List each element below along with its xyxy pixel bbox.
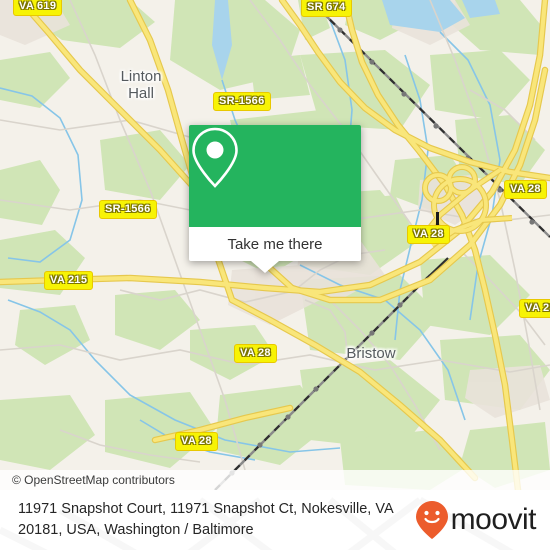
take-me-there-label: Take me there (227, 235, 323, 253)
map-canvas[interactable]: VA 619 SR 674 SR-1566 SR-1566 VA 28 VA 2… (0, 0, 550, 490)
moovit-map-screenshot: VA 619 SR 674 SR-1566 SR-1566 VA 28 VA 2… (0, 0, 550, 550)
callout-pointer-tail (251, 261, 279, 273)
footer-bar: 11971 Snapshot Court, 11971 Snapshot Ct,… (0, 490, 550, 550)
landmark-marker (436, 212, 439, 226)
place-label-bristow: Bristow (346, 345, 396, 362)
place-label-linton-hall: Linton Hall (120, 68, 162, 102)
road-shield: SR-1566 (213, 92, 271, 111)
road-shield: SR 674 (301, 0, 352, 17)
osm-attribution-text: © OpenStreetMap contributors (12, 473, 175, 487)
road-shield: SR-1566 (99, 200, 157, 219)
moovit-pin-smiley-icon (415, 501, 448, 539)
road-shield: VA 28 (519, 299, 550, 318)
moovit-logo[interactable]: moovit (415, 500, 537, 540)
moovit-wordmark: moovit (450, 503, 537, 536)
road-shield: VA 28 (175, 432, 218, 451)
road-shield: VA 28 (504, 180, 547, 199)
road-shield: VA 28 (407, 225, 450, 244)
road-shield: VA 215 (44, 271, 94, 290)
address-text: 11971 Snapshot Court, 11971 Snapshot Ct,… (18, 501, 393, 538)
callout-action-bar[interactable]: Take me there (189, 227, 361, 261)
map-attribution-bar: © OpenStreetMap contributors (0, 470, 550, 490)
map-pin-icon (192, 127, 238, 188)
callout-image (189, 125, 361, 227)
road-shield: VA 619 (13, 0, 63, 16)
location-callout-card[interactable]: Take me there (189, 125, 361, 273)
road-shield: VA 28 (234, 344, 277, 363)
